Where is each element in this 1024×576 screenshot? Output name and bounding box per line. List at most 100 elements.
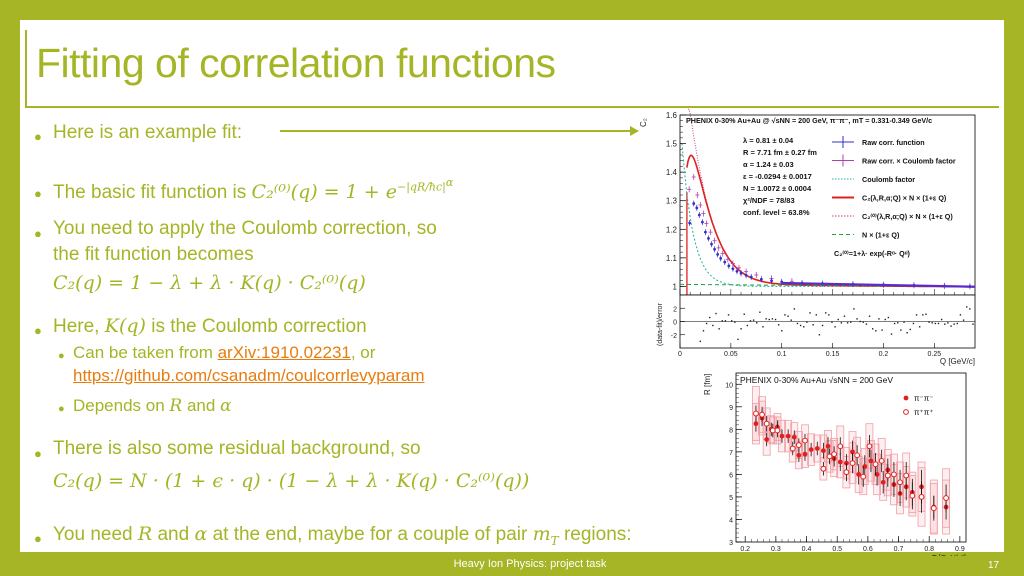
residual-point <box>759 311 761 313</box>
data-point-pi-minus <box>753 421 759 427</box>
data-point-pi-minus <box>796 452 802 458</box>
residual-y-tick-label: 0 <box>673 320 677 327</box>
residual-point <box>730 320 733 322</box>
data-point-pi-minus <box>825 443 831 449</box>
y-tick-label: 7 <box>729 450 733 457</box>
data-point-pi-plus <box>831 451 838 458</box>
x-tick-label: 0.05 <box>724 351 738 358</box>
residual-point <box>928 321 930 323</box>
data-point-pi-plus <box>872 461 879 468</box>
data-point-pi-plus <box>866 443 873 450</box>
footer: Heavy Ion Physics: project task 17 <box>0 552 1024 576</box>
data-point-pi-minus <box>821 448 826 454</box>
symbol-mt-subscript: T <box>550 533 559 548</box>
formula-c2-coulomb: C₂(q) = 1 − λ + λ · K(q) · C₂⁽⁰⁾(q) <box>53 272 366 294</box>
residual-point <box>884 318 886 321</box>
sub-bullet-text: Depends on <box>73 396 170 415</box>
data-point-pi-plus <box>884 472 891 479</box>
data-point-pi-plus <box>930 505 937 512</box>
arxiv-link[interactable]: arXiv:1910.02231 <box>218 343 351 362</box>
residual-point <box>915 314 918 316</box>
residual-point <box>918 326 921 328</box>
residual-point <box>850 321 852 323</box>
residual-point <box>821 324 824 327</box>
legend-label: Raw corr. function <box>862 138 925 147</box>
residual-point <box>828 314 830 316</box>
bullet-example-fit: Here is an example fit: <box>53 122 243 143</box>
residual-point <box>831 321 833 323</box>
residual-point <box>756 322 758 324</box>
formula-c2-full: C₂(q) = N · (1 + ϵ · q) · (1 − λ + λ · K… <box>53 470 530 492</box>
residual-point <box>856 318 858 320</box>
y-axis-label: R [fm] <box>703 374 712 395</box>
residual-point <box>809 312 811 314</box>
data-point-pi-minus <box>868 458 874 464</box>
x-tick-label: 0.1 <box>777 351 787 358</box>
bullet-residual-bg: There is also some residual background, … <box>53 438 421 459</box>
residual-point <box>893 322 896 325</box>
data-point-pi-plus <box>860 473 867 480</box>
legend-label: Raw corr. × Coulomb factor <box>862 157 956 166</box>
residual-point <box>727 314 730 316</box>
sub-bullet-dot: ● <box>58 403 65 415</box>
y-tick-label: 4 <box>729 517 733 524</box>
data-point-pi-plus <box>918 494 925 500</box>
data-point-pi-minus <box>791 434 797 440</box>
github-link[interactable]: https://github.com/csanadm/coulcorrlevyp… <box>73 366 425 385</box>
residual-y-tick-label: 2 <box>673 306 677 313</box>
legend-marker <box>903 409 909 415</box>
residual-point <box>796 322 799 325</box>
sub-bullet-text: and <box>182 396 221 415</box>
sub-bullet-text: , or <box>350 343 376 362</box>
residual-point <box>837 318 839 321</box>
y-tick-label: 1.4 <box>666 168 678 177</box>
arrow-right-icon <box>630 126 639 136</box>
radius-vs-mt-chart: 3456789100.20.30.40.50.60.70.80.9R [fm]m… <box>703 372 967 556</box>
legend-label: N × (1+ε Q) <box>862 231 900 240</box>
data-point-pi-minus <box>880 479 886 485</box>
y-tick-label: 6 <box>729 472 733 479</box>
legend-label: C₂⁽⁰⁾(λ,R,α;Q) × N × (1+ε Q) <box>862 212 953 221</box>
residual-point <box>962 319 965 321</box>
data-point-pi-plus <box>769 427 776 434</box>
bullet-text: is the Coulomb correction <box>145 316 367 337</box>
bullet-text: Here, <box>53 316 105 337</box>
residual-point <box>922 314 924 316</box>
bullet-coulomb-line1: You need to apply the Coulomb correction… <box>53 218 437 239</box>
data-point-pi-plus <box>849 460 856 467</box>
residual-point <box>862 321 864 323</box>
residual-point <box>875 330 877 332</box>
residual-point <box>709 316 711 319</box>
residual-point <box>897 322 899 324</box>
legend-label: π⁻π⁻ <box>914 394 933 403</box>
data-point-pi-plus <box>897 479 903 486</box>
residual-point <box>699 340 702 343</box>
sub-bullet-dot: ● <box>58 350 65 362</box>
residual-point <box>871 328 874 330</box>
residual-point <box>868 315 871 317</box>
data-point-pi-plus <box>903 472 910 479</box>
residual-point <box>934 322 937 325</box>
page-number: 17 <box>988 560 1000 571</box>
bullet-basic-fit-function: The basic fit function is C₂⁽⁰⁾(q) = 1 +… <box>53 176 453 204</box>
data-point-pi-plus <box>774 427 781 434</box>
residual-point <box>965 306 968 308</box>
legend-label: π⁺π⁺ <box>914 408 933 417</box>
bullet-dot: ● <box>34 129 42 144</box>
residual-point <box>931 322 933 324</box>
residual-point <box>878 318 880 320</box>
symbol-alpha: α <box>220 396 232 416</box>
data-point-pi-plus <box>943 495 949 501</box>
bullet-text: at the end, maybe for a couple of pair <box>207 524 533 545</box>
y-tick-label: 10 <box>725 382 733 389</box>
sub-bullet-text: Can be taken from <box>73 343 218 362</box>
bullet-dot: ● <box>34 186 42 201</box>
residual-point <box>969 308 971 310</box>
residual-point <box>771 318 774 320</box>
sub-bullet-depends: Depends on R and α <box>73 396 232 416</box>
residual-point <box>956 322 958 325</box>
residual-point <box>749 320 752 322</box>
correlation-fit-chart: 1 1.1 1.2 1.3 1.4 1.5 1.6 C₂ PHENIX 0-30% Au+Au … <box>640 108 976 366</box>
data-point-pi-minus <box>779 433 785 439</box>
residual-point <box>953 323 955 325</box>
